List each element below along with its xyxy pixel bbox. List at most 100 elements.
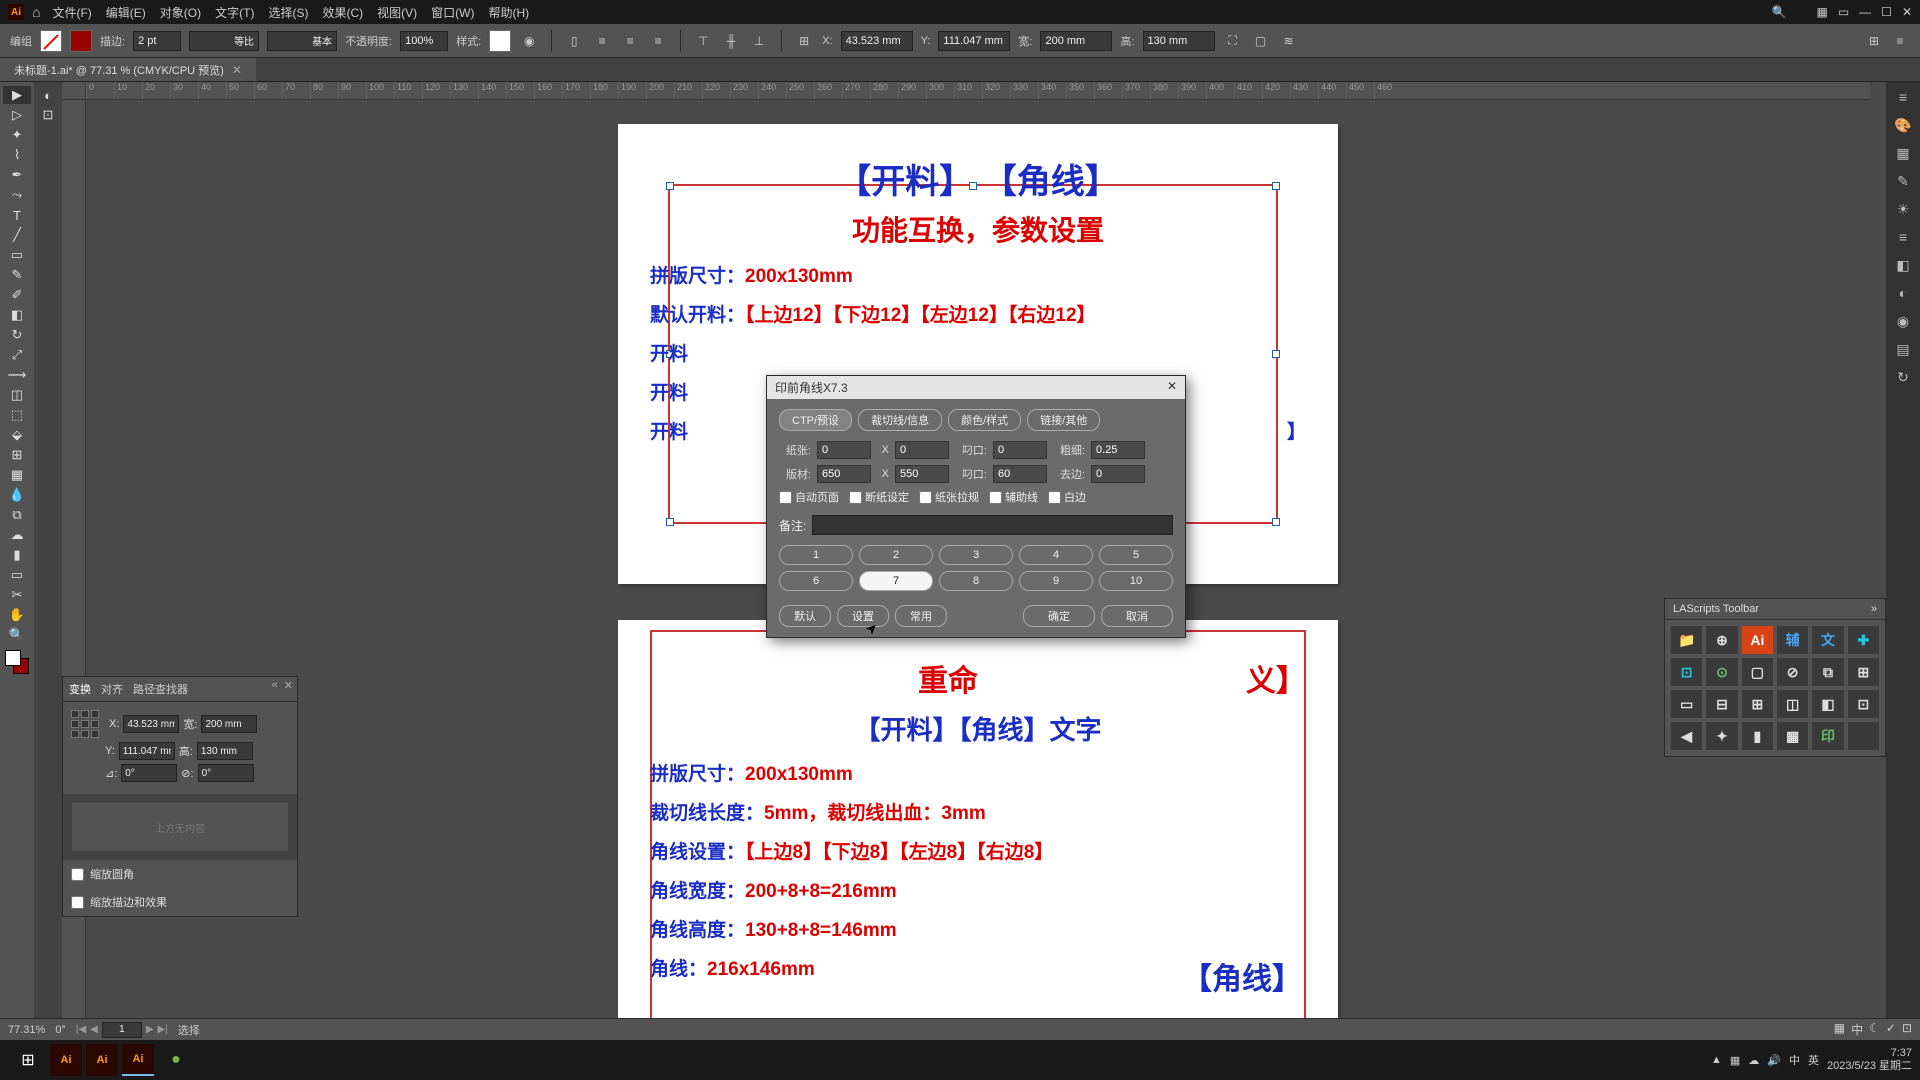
lascript-btn-10[interactable]: ⧉ [1812, 658, 1843, 686]
preset-1[interactable]: 1 [779, 545, 853, 565]
lascript-btn-13[interactable]: ⊟ [1706, 690, 1737, 718]
trim-input[interactable] [1091, 465, 1145, 483]
maximize-button[interactable]: ☐ [1881, 5, 1892, 19]
next-page-button[interactable]: ▶ [146, 1024, 154, 1035]
lascript-btn-17[interactable]: ⊡ [1848, 690, 1879, 718]
lascript-btn-7[interactable]: ⊙ [1706, 658, 1737, 686]
transform-panel[interactable]: «✕ 变换 对齐 路径查找器 X: 宽: Y: 高: ⊿: ⊘: 上方无内容 缩… [62, 676, 298, 917]
tray-icon[interactable]: ▲ [1711, 1054, 1722, 1066]
tp-y-input[interactable] [119, 742, 175, 760]
stroke-width-input[interactable] [133, 31, 181, 51]
preset-5[interactable]: 5 [1099, 545, 1173, 565]
aux-line-checkbox[interactable] [989, 491, 1002, 504]
reference-point[interactable] [71, 710, 99, 738]
wand-tool[interactable]: ✦ [3, 126, 31, 144]
start-button[interactable]: ⊞ [8, 1040, 48, 1080]
recolor-icon[interactable]: ◉ [519, 31, 539, 51]
align-icon-1[interactable]: ▯ [564, 31, 584, 51]
appearance-panel-icon[interactable]: ◉ [1892, 310, 1914, 332]
search-icon[interactable]: 🔍 [1772, 5, 1787, 19]
color-picker[interactable] [5, 650, 29, 674]
lascript-btn-16[interactable]: ◧ [1812, 690, 1843, 718]
preset-8[interactable]: 8 [939, 571, 1013, 591]
align-icon-3[interactable]: ≡ [620, 31, 640, 51]
tab-align[interactable]: 对齐 [101, 681, 123, 697]
status-icon[interactable]: ⊡ [1902, 1021, 1912, 1038]
lascript-btn-23[interactable] [1848, 722, 1879, 750]
white-edge-checkbox[interactable] [1048, 491, 1061, 504]
brush-tool[interactable]: ✎ [3, 266, 31, 284]
tab-link[interactable]: 链接/其他 [1027, 409, 1100, 431]
status-icon[interactable]: 中 [1851, 1021, 1863, 1038]
perspective-tool[interactable]: ⬙ [3, 426, 31, 444]
lascript-btn-2[interactable]: Ai [1742, 626, 1773, 654]
zoom-display[interactable]: 77.31% [8, 1024, 45, 1036]
last-page-button[interactable]: ▶| [158, 1024, 168, 1035]
align-v-1[interactable]: ⊤ [693, 31, 713, 51]
tp-w-input[interactable] [201, 715, 257, 733]
constrain-icon[interactable]: ⛶ [1223, 31, 1243, 51]
prepress-dialog[interactable]: 印前角线X7.3 ✕ CTP/预设 裁切线/信息 颜色/样式 链接/其他 纸张:… [766, 375, 1186, 638]
angle-display[interactable]: 0° [55, 1024, 66, 1036]
selection-tool[interactable]: ▶ [3, 86, 31, 104]
lascript-btn-11[interactable]: ⊞ [1848, 658, 1879, 686]
preset-2[interactable]: 2 [859, 545, 933, 565]
direct-select-tool[interactable]: ▷ [3, 106, 31, 124]
lascript-btn-20[interactable]: ▮ [1742, 722, 1773, 750]
lascript-btn-8[interactable]: ▢ [1742, 658, 1773, 686]
lascript-btn-21[interactable]: ▦ [1777, 722, 1808, 750]
shape-builder-tool[interactable]: ⬚ [3, 406, 31, 424]
shape-icon[interactable]: ▢ [1251, 31, 1271, 51]
panel-collapse-icon[interactable]: « [272, 679, 278, 692]
clock[interactable]: 7:37 2023/5/23 星期二 [1827, 1047, 1912, 1073]
stroke-panel-icon[interactable]: ≡ [1892, 226, 1914, 248]
remark-input[interactable] [812, 515, 1173, 535]
graph-tool[interactable]: ▮ [3, 546, 31, 564]
lascripts-menu-icon[interactable]: » [1871, 603, 1877, 615]
scale-tool[interactable]: ⤢ [3, 346, 31, 364]
gripper-input-2[interactable] [993, 465, 1047, 483]
x-input[interactable] [841, 31, 913, 51]
align-icon-4[interactable]: ≡ [648, 31, 668, 51]
y-input[interactable] [938, 31, 1010, 51]
minimize-button[interactable]: — [1859, 5, 1871, 19]
lascript-btn-0[interactable]: 📁 [1671, 626, 1702, 654]
style-swatch[interactable] [489, 30, 511, 52]
transparency-panel-icon[interactable]: ◐ [1892, 282, 1914, 304]
menu-window[interactable]: 窗口(W) [431, 4, 474, 21]
menu-edit[interactable]: 编辑(E) [106, 4, 146, 21]
h-input[interactable] [1143, 31, 1215, 51]
home-icon[interactable]: ⌂ [32, 4, 40, 20]
pen-tool[interactable]: ✒ [3, 166, 31, 184]
plate-w-input[interactable] [817, 465, 871, 483]
symbols-panel-icon[interactable]: ☀ [1892, 198, 1914, 220]
align-v-3[interactable]: ⊥ [749, 31, 769, 51]
zoom-tool[interactable]: 🔍 [3, 626, 31, 644]
fill-swatch[interactable] [40, 30, 62, 52]
default-button[interactable]: 默认 [779, 605, 831, 627]
rotate-tool[interactable]: ↻ [3, 326, 31, 344]
thickness-input[interactable] [1091, 441, 1145, 459]
ruler-origin[interactable] [62, 82, 86, 100]
line-tool[interactable]: ╱ [3, 226, 31, 244]
preset-7[interactable]: 7 [859, 571, 933, 591]
color-panel-icon[interactable]: 🎨 [1892, 114, 1914, 136]
gradient-panel-icon[interactable]: ◧ [1892, 254, 1914, 276]
lascript-btn-19[interactable]: ✦ [1706, 722, 1737, 750]
artboard-2[interactable]: 重命义】 【开料】【角线】文字 拼版尺寸：200x130mm 裁切线长度：5mm… [618, 620, 1338, 1040]
paper-guide-checkbox[interactable] [919, 491, 932, 504]
status-icon[interactable]: ☾ [1869, 1021, 1880, 1038]
lascript-btn-4[interactable]: 文 [1812, 626, 1843, 654]
arrange-icon[interactable]: ▦ [1816, 5, 1827, 19]
tab-ctp[interactable]: CTP/预设 [779, 409, 852, 431]
auto-page-checkbox[interactable] [779, 491, 792, 504]
doc-tab[interactable]: 未标题-1.ai* @ 77.31 % (CMYK/CPU 预览) ✕ [0, 58, 256, 81]
first-page-button[interactable]: |◀ [76, 1024, 86, 1035]
menu-help[interactable]: 帮助(H) [488, 4, 529, 21]
taskbar-app[interactable]: ● [156, 1040, 196, 1080]
close-button[interactable]: ✕ [1902, 5, 1912, 19]
plate-h-input[interactable] [895, 465, 949, 483]
curvature-tool[interactable]: ⤳ [3, 186, 31, 204]
width-tool[interactable]: ⟿ [3, 366, 31, 384]
shaper-tool[interactable]: ✐ [3, 286, 31, 304]
